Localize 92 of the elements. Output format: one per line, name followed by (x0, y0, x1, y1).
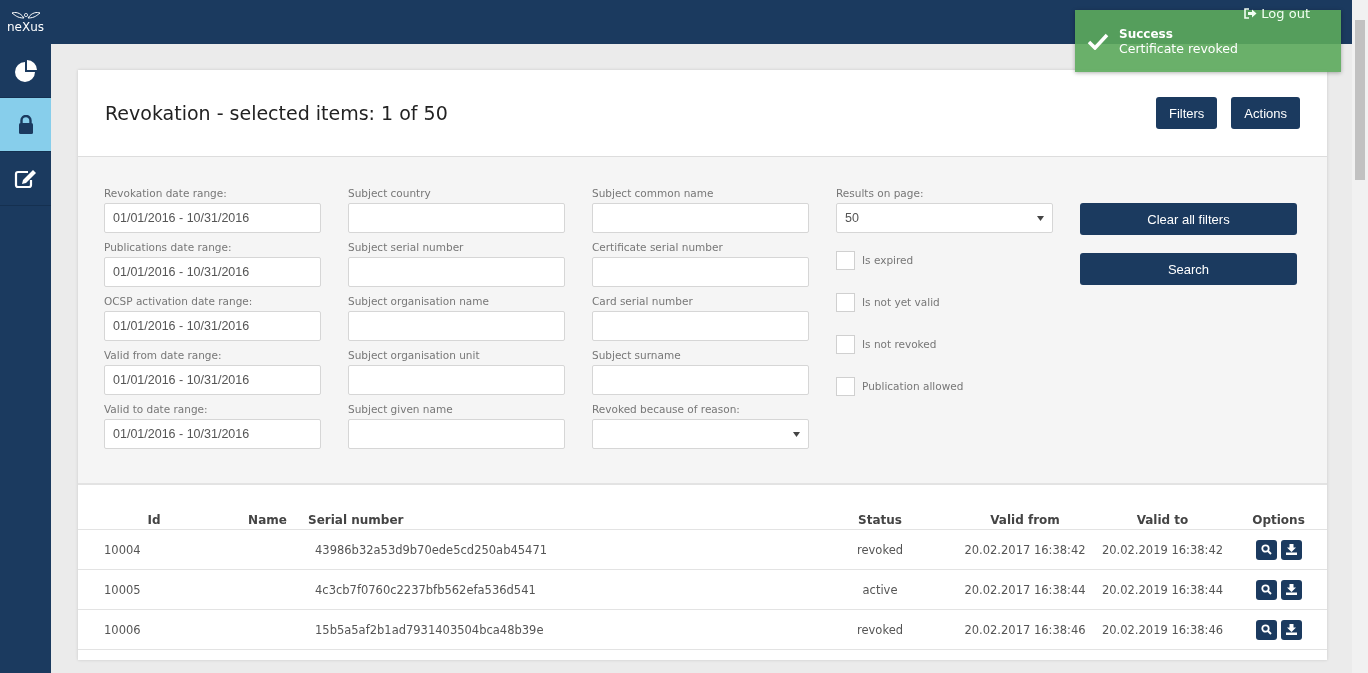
field-label: OCSP activation date range: (104, 295, 254, 309)
edit-icon (13, 168, 38, 189)
field-label: Results on page: (836, 187, 925, 201)
input-field[interactable] (348, 203, 565, 233)
input-field[interactable]: 01/01/2016 - 10/31/2016 (104, 311, 321, 341)
download-icon (1285, 584, 1297, 595)
toast-title: Success (1119, 26, 1174, 41)
field-label: Subject serial number (348, 241, 465, 255)
brand-name: neXus (6, 21, 45, 33)
checkmark-icon (1087, 32, 1109, 50)
table-cell-text: 43986b32a53d9b70ede5cd250ab45471 (314, 542, 549, 557)
input-field[interactable]: 01/01/2016 - 10/31/2016 (104, 257, 321, 287)
search-icon (1260, 584, 1272, 595)
table-cell-text: 20.02.2019 16:38:42 (1100, 542, 1225, 557)
sidebar-item[interactable] (0, 98, 51, 152)
wings-logo-icon (10, 11, 41, 21)
field-label: Valid to date range: (104, 403, 209, 417)
column-header: Valid from (989, 513, 1061, 527)
checkbox[interactable] (836, 334, 855, 354)
caret-icon (1037, 215, 1044, 221)
scrollbar[interactable] (1352, 0, 1368, 673)
input-field[interactable] (592, 257, 809, 287)
page-title: Revokation - selected items: 1 of 50 (105, 102, 448, 124)
toast-message: Certificate revoked (1119, 40, 1238, 56)
table-cell-text: active (861, 582, 899, 597)
search-button[interactable] (1255, 539, 1277, 560)
column-header: Name (247, 513, 288, 527)
header-button[interactable]: Actions (1231, 97, 1300, 129)
table-cell-text: revoked (856, 622, 904, 637)
input-field[interactable]: 01/01/2016 - 10/31/2016 (104, 419, 321, 449)
download-icon (1285, 624, 1297, 635)
filter-button[interactable]: Search (1080, 253, 1297, 285)
table-cell-text: 10006 (103, 622, 142, 637)
column-header: Valid to (1135, 513, 1190, 527)
checkbox-label: Publication allowed (862, 380, 964, 392)
input-field[interactable] (592, 203, 809, 233)
table-cell-text: 20.02.2017 16:38:46 (963, 622, 1087, 637)
table-cell-text: 20.02.2017 16:38:44 (963, 582, 1087, 597)
table-cell-text: revoked (856, 542, 904, 557)
pie-chart-icon (13, 58, 38, 83)
field-label: Valid from date range: (104, 349, 223, 363)
input-field[interactable] (592, 311, 809, 341)
header-button[interactable]: Filters (1155, 97, 1218, 129)
field-label: Subject given name (348, 403, 454, 417)
search-button[interactable] (1255, 619, 1277, 640)
download-icon (1285, 544, 1297, 555)
table-cell-text: 20.02.2019 16:38:46 (1100, 622, 1225, 637)
field-label: Subject common name (592, 187, 715, 201)
lock-icon (17, 115, 34, 134)
search-icon (1260, 544, 1272, 555)
field-label: Revokation date range: (104, 187, 228, 201)
input-field[interactable]: 01/01/2016 - 10/31/2016 (104, 365, 321, 395)
checkbox-label: Is expired (862, 254, 914, 266)
table-cell-text: 20.02.2019 16:38:44 (1100, 582, 1225, 597)
select-field[interactable] (592, 419, 809, 449)
field-label: Subject organisation name (348, 295, 490, 309)
field-label: Subject country (348, 187, 432, 201)
field-label: Subject organisation unit (348, 349, 481, 363)
input-field[interactable] (348, 257, 565, 287)
field-label: Publications date range: (104, 241, 233, 255)
caret-icon (793, 431, 800, 437)
column-header: Status (857, 513, 903, 527)
table-cell-text: 10005 (103, 582, 142, 597)
checkbox-label: Is not revoked (862, 338, 937, 350)
select-field[interactable]: 50 (836, 203, 1053, 233)
column-header: Id (146, 513, 162, 527)
table-cell-text: 4c3cb7f0760c2237bfb562efa536d541 (314, 582, 537, 597)
checkbox-label: Is not yet valid (862, 296, 940, 308)
filter-button[interactable]: Clear all filters (1080, 203, 1297, 235)
download-button[interactable] (1280, 619, 1302, 640)
table-cell-text: 15b5a5af2b1ad7931403504bca48b39e (314, 622, 545, 637)
input-field[interactable] (348, 419, 565, 449)
field-label: Revoked because of reason: (592, 403, 741, 417)
checkbox[interactable] (836, 250, 855, 270)
input-field[interactable]: 01/01/2016 - 10/31/2016 (104, 203, 321, 233)
logout-icon (1244, 7, 1258, 19)
download-button[interactable] (1280, 579, 1302, 600)
column-header: Serial number (307, 513, 405, 527)
checkbox[interactable] (836, 292, 855, 312)
table-cell-text: 10004 (103, 542, 142, 557)
column-header: Options (1251, 513, 1306, 527)
input-field[interactable] (348, 365, 565, 395)
field-label: Card serial number (592, 295, 694, 309)
field-label: Certificate serial number (592, 241, 724, 255)
download-button[interactable] (1280, 539, 1302, 560)
field-label: Subject surname (592, 349, 682, 363)
checkbox[interactable] (836, 376, 855, 396)
search-icon (1260, 624, 1272, 635)
table-cell-text: 20.02.2017 16:38:42 (963, 542, 1087, 557)
search-button[interactable] (1255, 579, 1277, 600)
input-field[interactable] (592, 365, 809, 395)
input-field[interactable] (348, 311, 565, 341)
